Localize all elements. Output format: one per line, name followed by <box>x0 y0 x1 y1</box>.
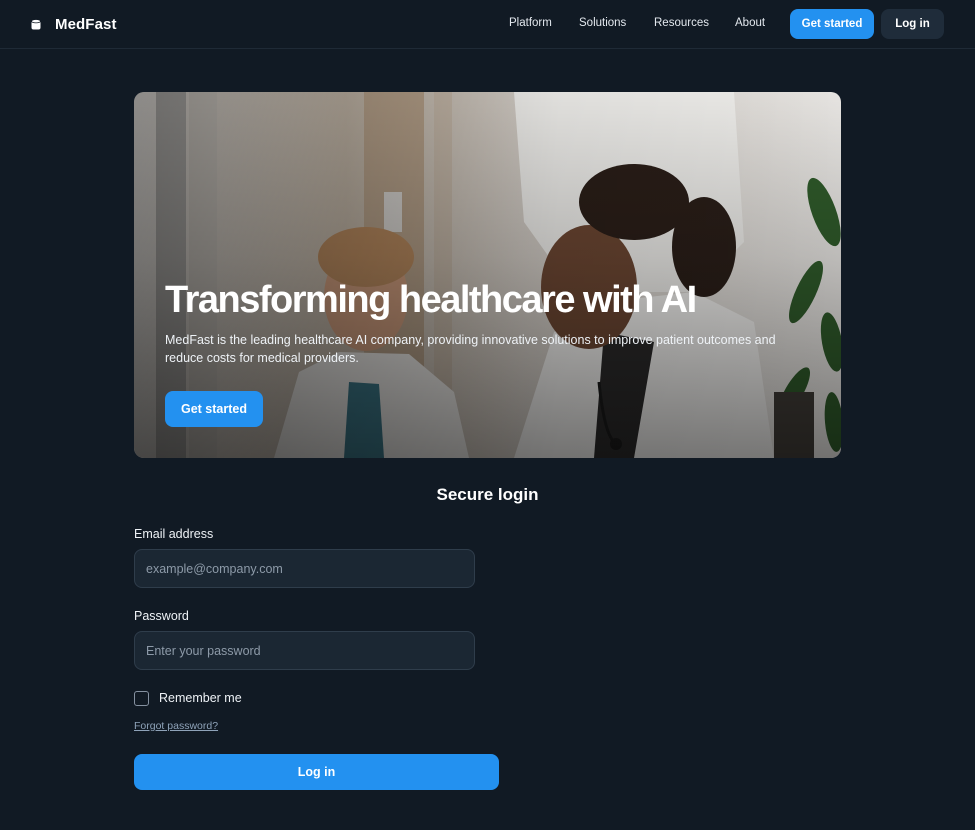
header-get-started-button[interactable]: Get started <box>790 9 874 39</box>
nav-solutions-link[interactable]: Solutions <box>579 17 626 29</box>
remember-me-checkbox[interactable] <box>134 690 149 706</box>
brand-logo-link[interactable]: MedFast <box>31 14 117 34</box>
brand-name: MedFast <box>55 15 117 33</box>
nav-resources-link[interactable]: Resources <box>654 17 709 29</box>
password-field[interactable] <box>134 631 475 670</box>
medical-cylinder-icon <box>31 18 41 29</box>
login-submit-button[interactable]: Log in <box>134 754 499 790</box>
nav-about-link[interactable]: About <box>735 17 765 29</box>
nav-platform-link[interactable]: Platform <box>509 17 552 29</box>
forgot-password-link[interactable]: Forgot password? <box>134 720 218 732</box>
top-navigation-bar: MedFast Platform Solutions Resources Abo… <box>0 0 975 49</box>
header-log-in-button[interactable]: Log in <box>881 9 944 39</box>
hero-title: Transforming healthcare with AI <box>165 279 697 321</box>
remember-me-label[interactable]: Remember me <box>159 691 242 705</box>
remember-me-row: Remember me <box>134 689 242 707</box>
email-field[interactable] <box>134 549 475 588</box>
email-label: Email address <box>134 527 214 541</box>
login-title: Secure login <box>436 485 539 504</box>
hero-banner: Transforming healthcare with AI MedFast … <box>134 92 841 458</box>
hero-subtitle: MedFast is the leading healthcare AI com… <box>165 333 776 365</box>
hero-get-started-button[interactable]: Get started <box>165 391 263 427</box>
password-label: Password <box>134 609 189 623</box>
